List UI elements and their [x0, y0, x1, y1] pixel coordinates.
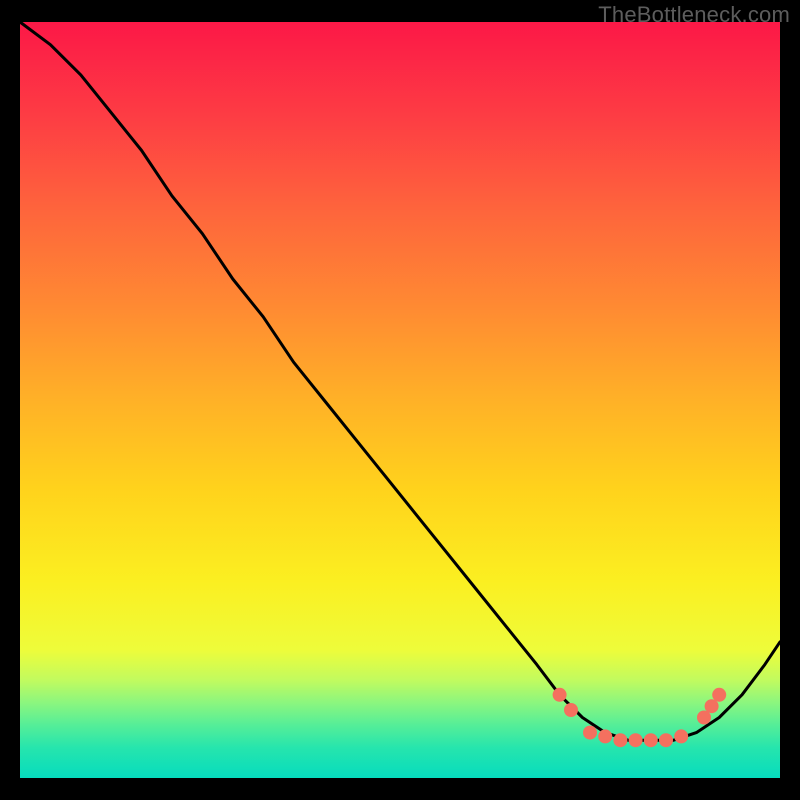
highlight-dot — [583, 726, 597, 740]
highlight-dots — [553, 688, 727, 747]
chart-frame: TheBottleneck.com — [0, 0, 800, 800]
highlight-dot — [553, 688, 567, 702]
highlight-dot — [598, 729, 612, 743]
highlight-dot — [629, 733, 643, 747]
chart-svg — [20, 22, 780, 778]
highlight-dot — [564, 703, 578, 717]
highlight-dot — [674, 729, 688, 743]
highlight-dot — [659, 733, 673, 747]
highlight-dot — [705, 699, 719, 713]
highlight-dot — [712, 688, 726, 702]
highlight-dot — [613, 733, 627, 747]
highlight-dot — [644, 733, 658, 747]
bottleneck-curve — [20, 22, 780, 740]
